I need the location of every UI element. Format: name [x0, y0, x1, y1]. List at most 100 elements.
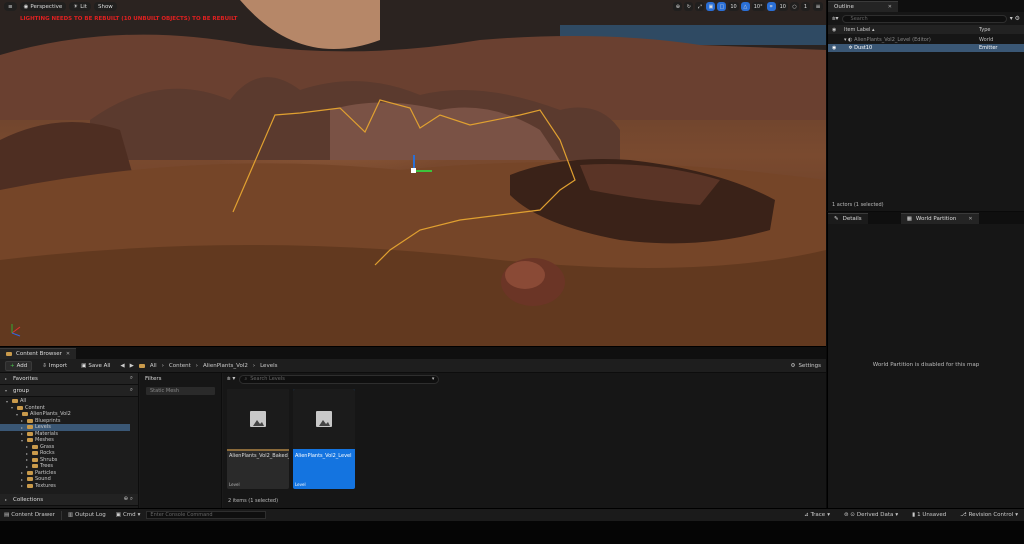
favorites-header[interactable]: ▸ Favorites ⌕ — [0, 373, 138, 385]
drawer-icon: ▤ — [4, 512, 10, 518]
asset-tile-selected[interactable]: AlienPlants_Vol2_Level Level — [293, 389, 355, 489]
chevron-right-icon[interactable]: ▸ — [21, 425, 25, 430]
close-icon[interactable]: ✕ — [66, 351, 70, 357]
chevron-right-icon[interactable]: ▸ — [21, 470, 25, 475]
scale-snap-toggle[interactable]: ⌗ — [766, 2, 776, 11]
cmd-dropdown[interactable]: ▣ Cmd ▾ — [112, 510, 145, 521]
breadcrumb-all[interactable]: All — [150, 363, 157, 369]
outliner-search-input[interactable]: Search — [841, 14, 1007, 23]
close-icon[interactable]: ✕ — [968, 216, 972, 222]
sync-icon: ⊜ ⊙ — [843, 512, 855, 518]
scale-snap-value[interactable]: 10 — [777, 2, 788, 11]
asset-search-input[interactable]: ⌕ Search Levels ▾ — [239, 374, 440, 384]
chevron-right-icon[interactable]: ▸ — [26, 464, 30, 469]
rotation-snap-toggle[interactable]: △ — [740, 2, 750, 11]
world-local-toggle[interactable]: ▣ — [706, 2, 716, 11]
tab-details[interactable]: ✎ Details — [828, 213, 868, 224]
output-log-button[interactable]: ▥ Output Log — [64, 510, 110, 521]
save-all-button[interactable]: ▣ Save All — [77, 361, 114, 371]
tab-world-partition[interactable]: ▦ World Partition ✕ — [900, 213, 979, 224]
import-button[interactable]: ⇩ Import — [38, 361, 71, 371]
chevron-right-icon[interactable]: ▸ — [26, 451, 30, 456]
history-back-icon[interactable]: ◀ — [120, 363, 124, 369]
close-icon[interactable]: ✕ — [888, 4, 892, 10]
breadcrumb-alienplants[interactable]: AlienPlants_Vol2 — [203, 363, 248, 369]
camera-speed-value[interactable]: 1 — [801, 2, 810, 11]
col-item-label[interactable]: Item Label ▴ — [844, 27, 875, 33]
chevron-down-icon[interactable]: ▾ — [16, 412, 20, 417]
level-viewport[interactable]: ≡ ◉ Perspective ☀ Lit Show LIGHTING NEEDS … — [0, 0, 826, 346]
chevron-right-icon[interactable]: ▸ — [21, 483, 25, 488]
outliner-row-world[interactable]: ▾ ◐ AlienPlants_Vol2_Level (Editor) Worl… — [828, 36, 1024, 44]
derived-data-button[interactable]: ⊜ ⊙ Derived Data ▾ — [840, 510, 902, 521]
filter-icon[interactable]: ⩧ ▾ — [227, 375, 235, 383]
favorites-label: Favorites — [13, 375, 38, 382]
viewport-menu-button[interactable]: ≡ — [4, 2, 17, 11]
tab-outline[interactable]: Outline ✕ — [828, 1, 898, 12]
tab-world-partition-label: World Partition — [915, 216, 957, 222]
asset-type: Level — [229, 482, 240, 487]
surface-snap-toggle[interactable]: □ — [717, 2, 727, 11]
revision-icon: ⎇ — [960, 512, 967, 518]
tab-content-browser[interactable]: Content Browser ✕ — [0, 348, 77, 359]
level-thumbnail — [293, 389, 355, 449]
show-button[interactable]: Show — [93, 2, 117, 11]
asset-tile[interactable]: AlienPlants_Vol2_Baked_Level Level — [227, 389, 289, 489]
camera-speed-icon[interactable]: ○ — [790, 2, 799, 11]
tree-folder-label: Sound — [35, 476, 51, 483]
viewport-options-button[interactable]: ≡ — [813, 2, 823, 11]
collections-header[interactable]: ▸ Collections ⊕ ⌕ — [0, 494, 138, 506]
tree-folder-label: Shrubs — [40, 456, 58, 463]
search-icon[interactable]: ⌕ — [130, 387, 133, 394]
rotate-tool[interactable]: ↻ — [684, 2, 694, 11]
lit-button[interactable]: ☀ Lit — [69, 2, 91, 11]
settings-button[interactable]: ⚙ Settings — [791, 363, 822, 369]
eye-icon[interactable]: ◉ — [832, 45, 836, 51]
tree-folder[interactable]: ▸ Textures — [6, 483, 138, 490]
chevron-down-icon[interactable]: ▾ — [11, 405, 15, 410]
folder-icon — [17, 405, 23, 410]
tree-folder-label: Content — [25, 404, 45, 411]
filter-icon[interactable]: ⩧▾ — [832, 15, 839, 23]
chevron-right-icon[interactable]: ▸ — [26, 444, 30, 449]
chevron-down-icon[interactable]: ▾ — [6, 399, 10, 404]
add-collection-icon[interactable]: ⊕ ⌕ — [124, 496, 133, 503]
select-tool[interactable]: ⊕ — [673, 2, 683, 11]
item-count: 2 items (1 selected) — [228, 498, 279, 504]
console-input[interactable]: Enter Console Command — [146, 511, 267, 519]
outliner-row-emitter[interactable]: ◉ ✲ Dust10 Emitter — [828, 44, 1024, 52]
chevron-right-icon[interactable]: ▸ — [21, 477, 25, 482]
group-header[interactable]: ▾ group ⌕ — [0, 385, 138, 397]
outliner-tabbar: Outline ✕ — [828, 0, 1024, 12]
chevron-right-icon: ▸ — [5, 497, 8, 502]
scale-tool[interactable]: ⤢ — [695, 2, 705, 11]
settings-dropdown-icon[interactable]: ▾ ⚙ — [1010, 15, 1020, 22]
perspective-button[interactable]: ◉ Perspective — [19, 2, 67, 11]
content-drawer-button[interactable]: ▤ Content Drawer — [0, 510, 59, 521]
trace-button[interactable]: ⊿ Trace ▾ — [800, 510, 834, 521]
outliner-search-row: ⩧▾ Search ▾ ⚙ — [832, 14, 1020, 23]
unsaved-button[interactable]: ▮ 1 Unsaved — [908, 510, 950, 521]
asset-tiles: AlienPlants_Vol2_Baked_Level Level Alien… — [227, 389, 355, 489]
history-forward-icon[interactable]: ▶ — [130, 363, 134, 369]
breadcrumb-levels[interactable]: Levels — [260, 363, 277, 369]
hamburger-icon: ≡ — [8, 3, 13, 10]
search-icon[interactable]: ⌕ — [130, 375, 133, 382]
revision-control-button[interactable]: ⎇ Revision Control ▾ — [956, 510, 1022, 521]
chevron-right-icon[interactable]: ▸ — [26, 457, 30, 462]
col-type[interactable]: Type — [979, 27, 990, 33]
chevron-right-icon: › — [161, 362, 164, 369]
grid-icon: ▦ — [906, 216, 912, 222]
folder-icon — [27, 470, 33, 475]
tree-folder-label: Rocks — [40, 450, 55, 457]
grid-snap-value[interactable]: 10 — [728, 2, 739, 11]
breadcrumb-content[interactable]: Content — [169, 363, 191, 369]
chevron-right-icon[interactable]: ▸ — [21, 431, 25, 436]
world-icon: ▾ ◐ — [844, 37, 853, 43]
filter-chip[interactable]: Static Mesh — [146, 387, 215, 395]
chevron-down-icon[interactable]: ▾ — [21, 438, 25, 443]
row-label: AlienPlants_Vol2_Level (Editor) — [854, 37, 931, 43]
add-button[interactable]: + Add — [5, 360, 33, 371]
chevron-right-icon[interactable]: ▸ — [21, 418, 25, 423]
rotation-snap-value[interactable]: 10° — [751, 2, 765, 11]
